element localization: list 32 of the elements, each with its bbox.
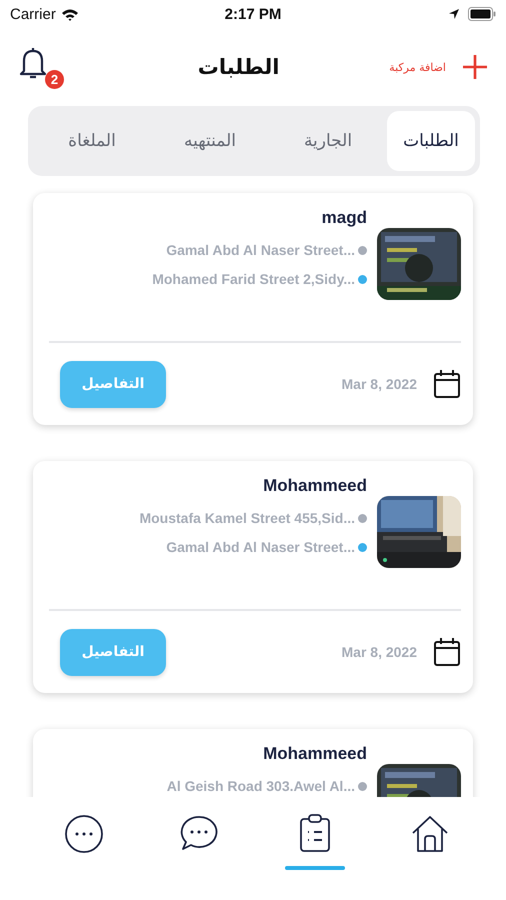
carrier-label: Carrier [10, 6, 56, 22]
home-icon [410, 814, 450, 854]
tab[interactable]: الطلبات [387, 111, 475, 171]
address-text: Gamal Abd Al Naser Street... [166, 539, 355, 555]
calendar-icon [433, 369, 461, 399]
customer-name: Mohammeed [263, 743, 367, 765]
bell-icon [18, 46, 48, 80]
customer-name: Mohammeed [263, 475, 367, 497]
customer-name: magd [322, 207, 367, 229]
wifi-icon [60, 8, 79, 20]
address-text: Gamal Abd Al Naser Street... [166, 242, 355, 258]
notification-badge: 2 [45, 70, 64, 89]
active-tab-indicator [284, 866, 345, 870]
clock-time: 2:17 PM [224, 6, 282, 22]
order-date: Mar 8, 2022 [342, 376, 417, 392]
calendar-icon [433, 637, 461, 667]
add-vehicle-button[interactable]: اضافة مركبة [389, 54, 488, 80]
order-date: Mar 8, 2022 [342, 644, 417, 660]
address-text: Moustafa Kamel Street 455,Sid... [139, 510, 355, 526]
tab[interactable]: الملغاة [33, 111, 151, 171]
location-arrow-icon [448, 8, 460, 20]
plus-icon [462, 54, 488, 80]
battery-icon [468, 7, 496, 21]
nav-tab[interactable] [64, 814, 104, 854]
page-title: الطلبات [198, 55, 280, 79]
nav-tab[interactable] [410, 814, 450, 854]
address-text: Al Geish Road 303.Awel Al... [166, 778, 355, 794]
more-icon [64, 814, 104, 854]
address-text: Mohamed Farid Street 2,Sidy... [152, 271, 355, 287]
tab[interactable]: المنتهيه [151, 111, 269, 171]
tab[interactable]: الجارية [269, 111, 387, 171]
notification-button[interactable]: 2 [18, 46, 68, 92]
